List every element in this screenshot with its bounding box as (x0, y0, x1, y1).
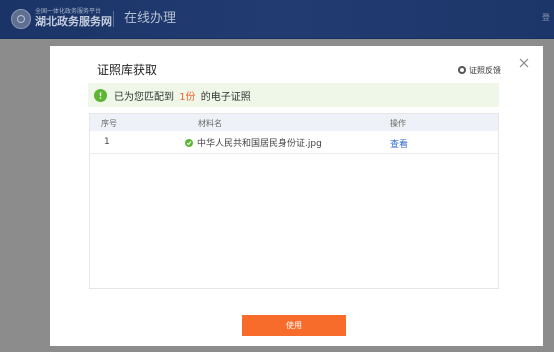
section-title: 在线办理 (124, 11, 177, 26)
logo-subtitle: 全国一体化政务服务平台 (35, 8, 102, 15)
notice-count: 1份 (179, 91, 196, 103)
row-file: 中华人民共和国居民身份证.jpg (185, 136, 322, 149)
notice-text: 已为您匹配到 1份 的电子证照 (114, 88, 251, 103)
header-divider (113, 11, 114, 27)
column-header-index: 序号 (101, 119, 117, 128)
feedback-label: 证照反馈 (469, 65, 501, 75)
notice-prefix: 已为您匹配到 (114, 91, 174, 103)
notice-suffix: 的电子证照 (200, 91, 251, 103)
use-button[interactable]: 使用 (242, 315, 346, 336)
check-icon (185, 138, 193, 147)
match-notice: 已为您匹配到 1份 的电子证照 (88, 83, 499, 107)
certificate-feedback-link[interactable]: 证照反馈 (458, 64, 501, 76)
certificate-table: 序号 材料名 操作 1 中华人民共和国居民身份证.jpg 查看 (89, 113, 499, 289)
view-link[interactable]: 查看 (390, 137, 408, 150)
close-icon[interactable] (517, 55, 531, 69)
row-index: 1 (104, 137, 110, 147)
top-header: 全国一体化政务服务平台 湖北政务服务网 在线办理 登 (0, 0, 554, 39)
site-logo-text[interactable]: 湖北政务服务网 (35, 15, 112, 28)
emblem-icon (11, 9, 31, 29)
header-login-link[interactable]: 登 (542, 12, 550, 23)
column-header-action: 操作 (390, 119, 406, 128)
column-header-material: 材料名 (198, 119, 222, 128)
table-header: 序号 材料名 操作 (90, 114, 498, 131)
file-name: 中华人民共和国居民身份证.jpg (197, 139, 322, 149)
modal-title: 证照库获取 (97, 63, 158, 77)
check-circle-icon (94, 88, 107, 102)
certificate-library-modal: 证照库获取 证照反馈 已为您匹配到 1份 的电子证照 序号 材料名 操作 1 中… (50, 46, 543, 346)
feedback-icon (458, 66, 466, 74)
table-row: 1 中华人民共和国居民身份证.jpg 查看 (90, 131, 498, 154)
